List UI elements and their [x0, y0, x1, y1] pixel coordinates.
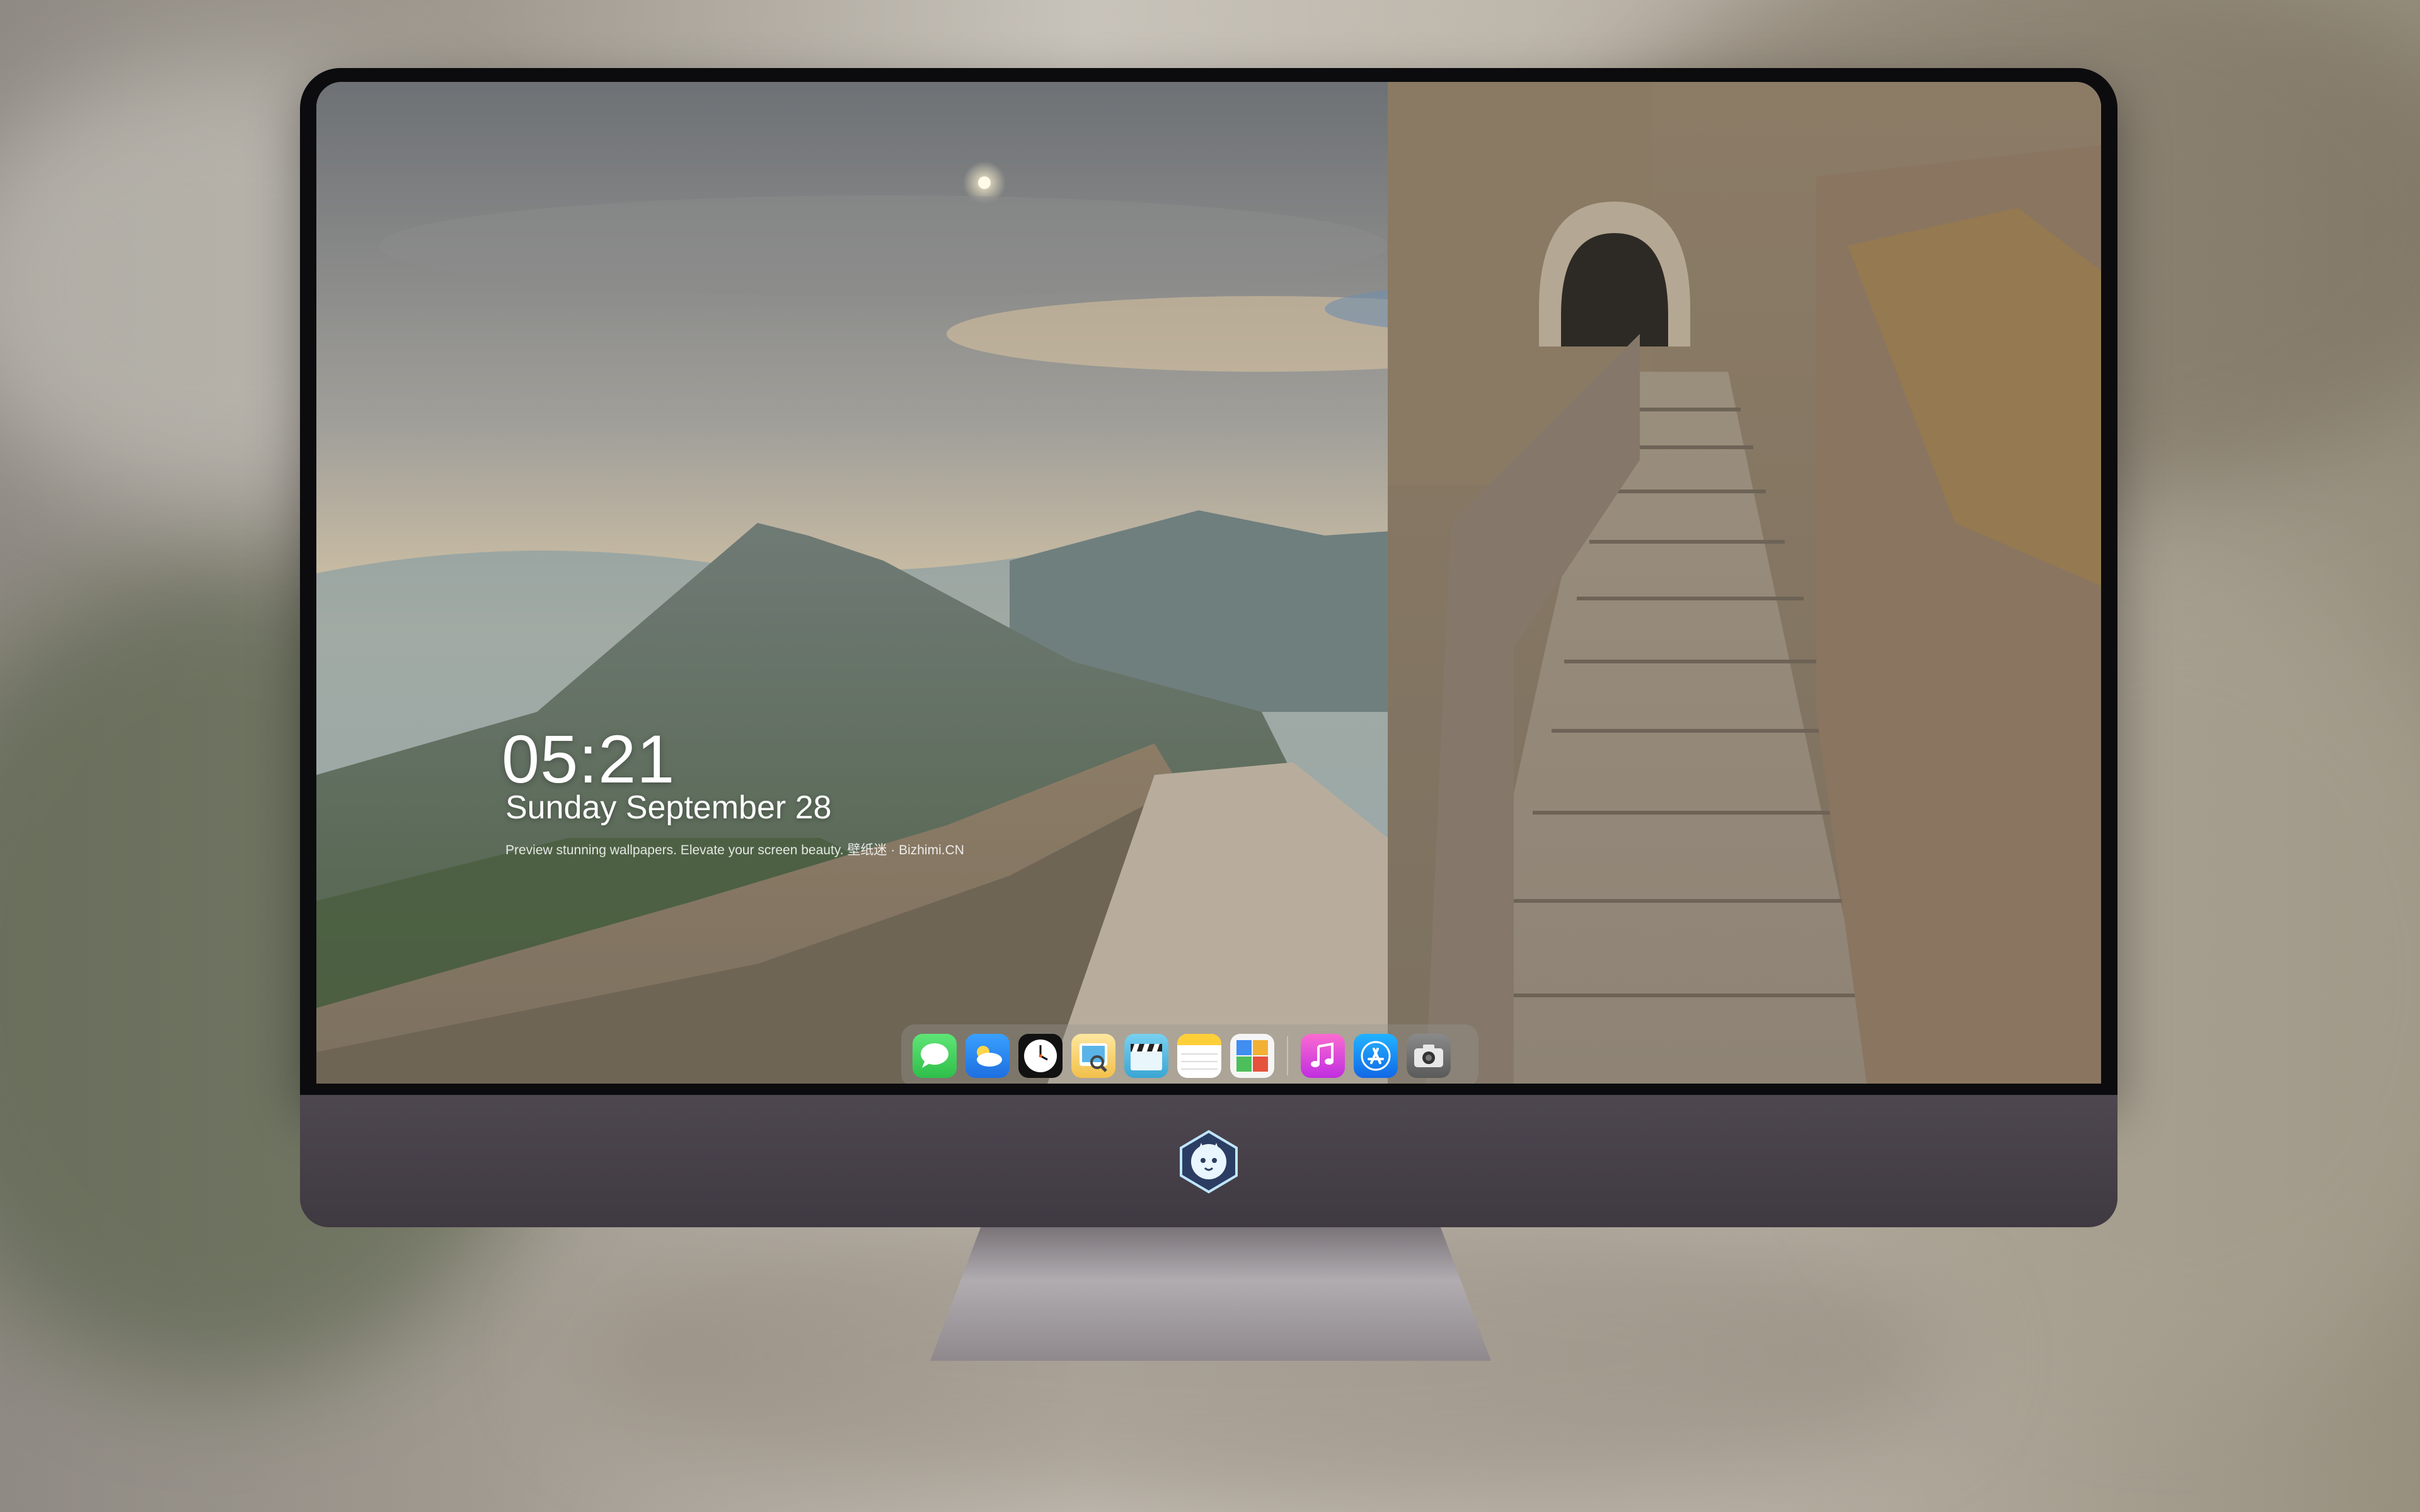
messages-icon[interactable]: [913, 1034, 957, 1078]
preview-icon[interactable]: [1071, 1034, 1115, 1078]
notes-icon[interactable]: [1177, 1034, 1221, 1078]
photo-board-icon[interactable]: [1230, 1034, 1274, 1078]
music-icon[interactable]: [1301, 1034, 1345, 1078]
imac-monitor: 05:21 Sunday September 28 Preview stunni…: [300, 68, 2118, 1227]
app-store-icon[interactable]: [1354, 1034, 1398, 1078]
brand-logo-icon: [1175, 1128, 1243, 1196]
clock-icon[interactable]: [1018, 1034, 1063, 1078]
wallpaper-tagline: Preview stunning wallpapers. Elevate you…: [505, 843, 964, 857]
dock-separator: [1287, 1036, 1288, 1075]
dock: [901, 1024, 1478, 1084]
monitor-stand: [930, 1227, 1491, 1361]
video-clapper-icon[interactable]: [1124, 1034, 1168, 1078]
wallpaper-image: [316, 82, 2101, 1084]
lockscreen-date: Sunday September 28: [505, 789, 832, 826]
weather-icon[interactable]: [965, 1034, 1010, 1078]
lockscreen-clock: 05:21: [502, 721, 676, 797]
camera-icon[interactable]: [1407, 1034, 1451, 1078]
desktop-screen: 05:21 Sunday September 28 Preview stunni…: [316, 82, 2101, 1084]
